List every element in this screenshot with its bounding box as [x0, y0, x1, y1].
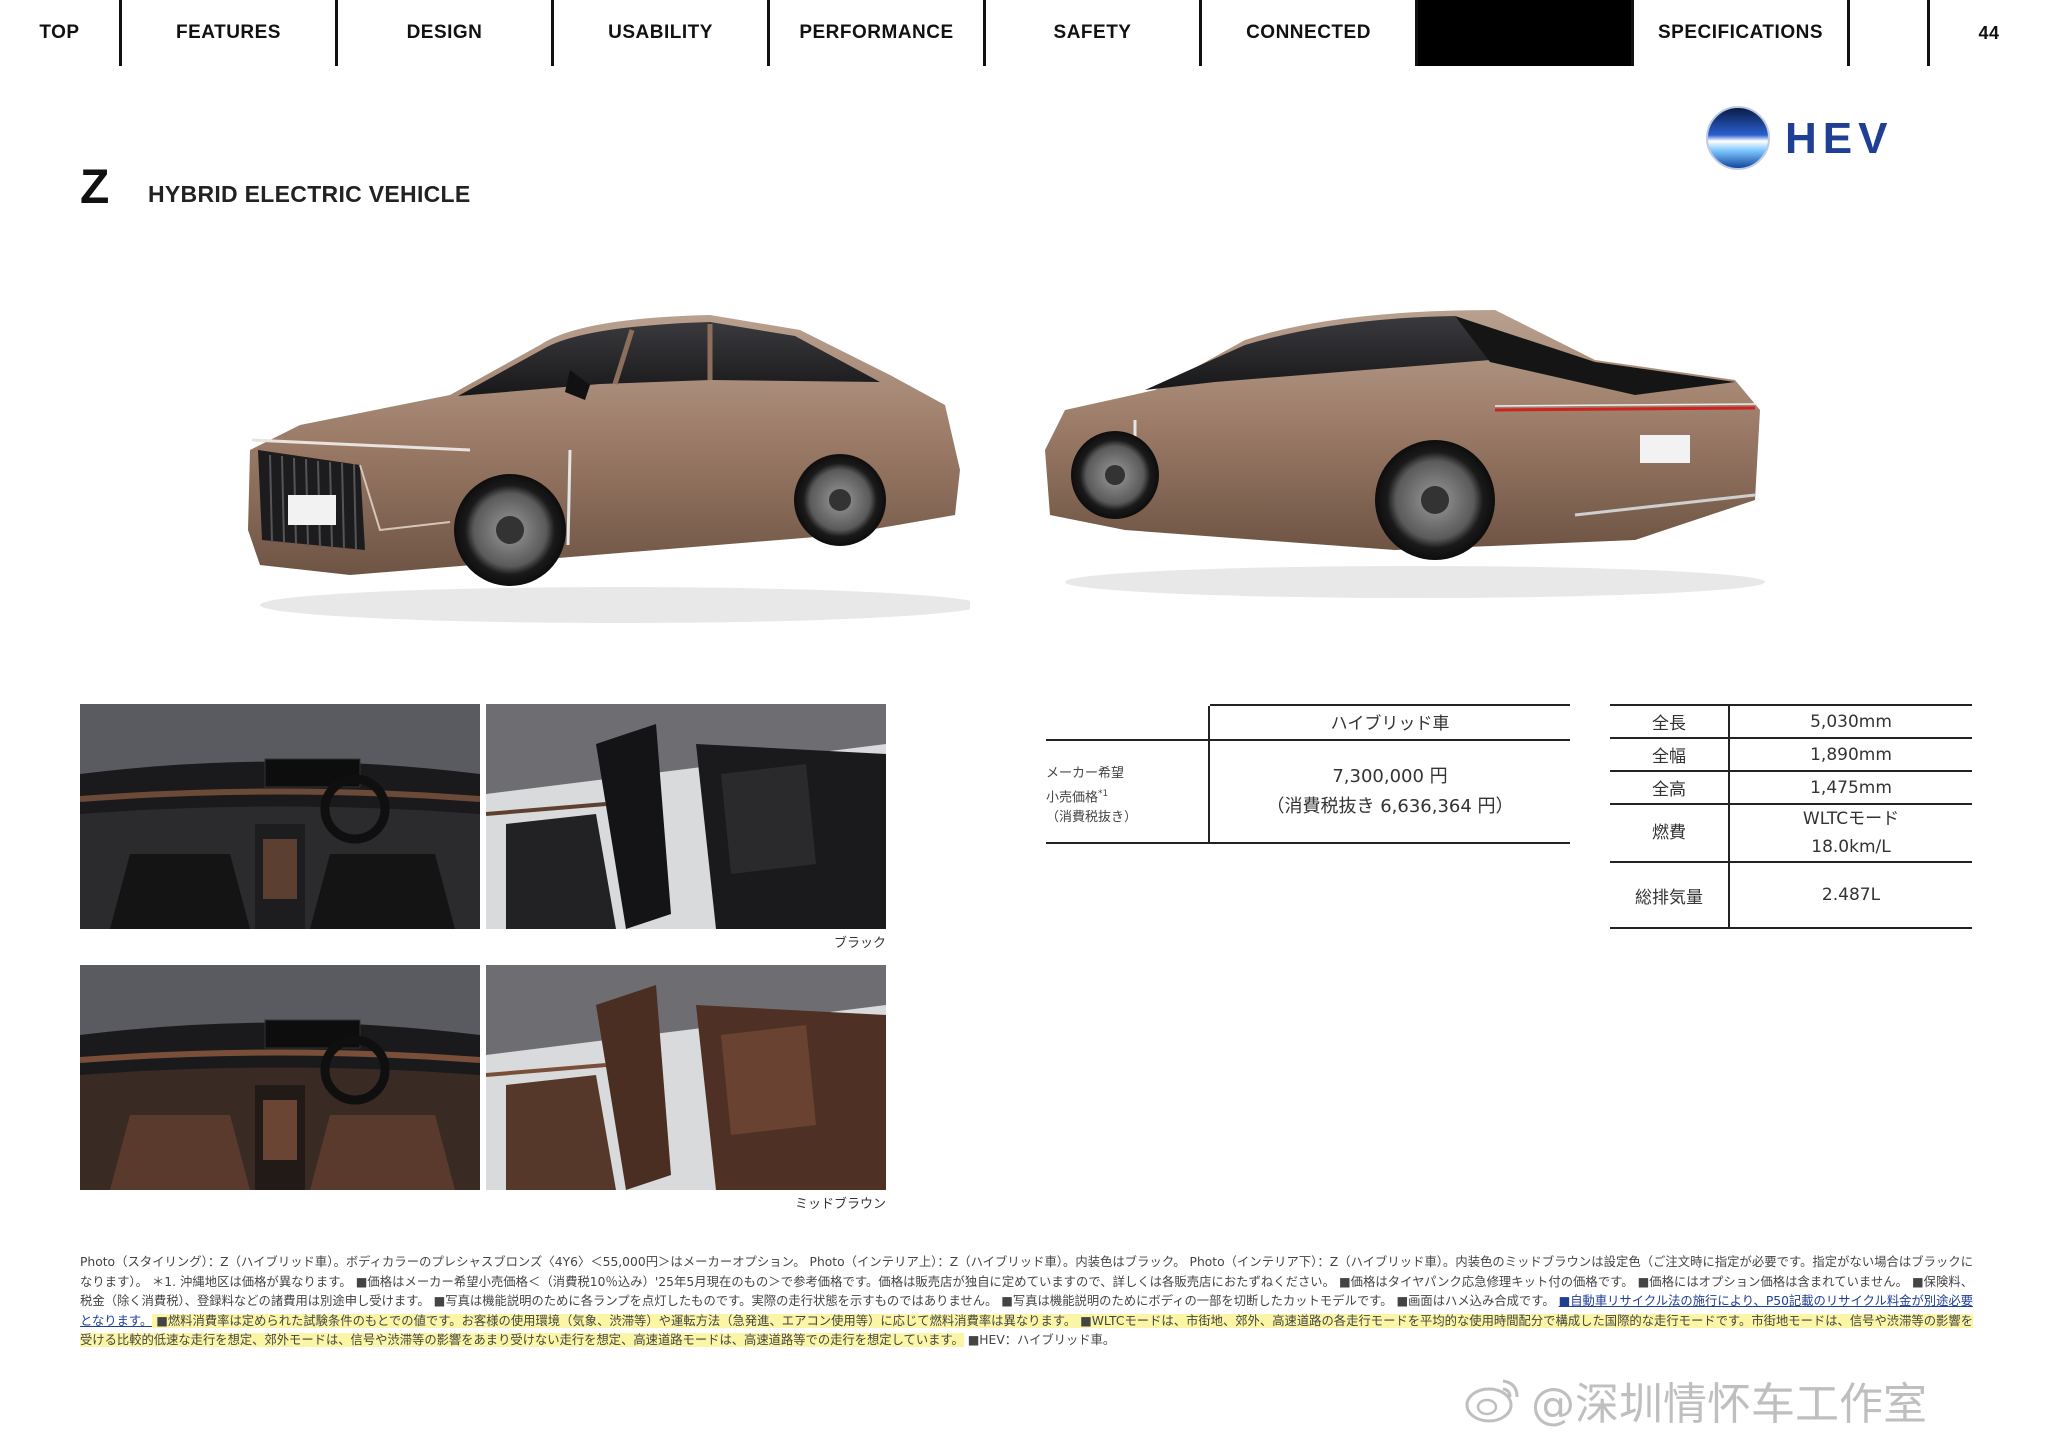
- nav-tab-performance[interactable]: PERFORMANCE: [770, 0, 986, 66]
- price-excl-tax: （消費税抜き 6,636,364 円）: [1266, 796, 1514, 817]
- top-nav: TOP FEATURES DESIGN USABILITY PERFORMANCE SAF…: [0, 0, 2048, 66]
- grade-letter: Z: [80, 161, 110, 214]
- nav-tab-connected[interactable]: CONNECTED: [1202, 0, 1418, 66]
- spec-key: 全長: [1610, 704, 1730, 739]
- price-header-rule: [1210, 704, 1570, 706]
- grade-name: HYBRID ELECTRIC VEHICLE: [148, 181, 471, 207]
- price-incl-tax: 7,300,000 円: [1332, 766, 1448, 787]
- price-mid-rule: [1046, 739, 1570, 741]
- spec-row-displacement: 総排気量 2.487L: [1610, 861, 1972, 929]
- spec-row-width: 全幅 1,890mm: [1610, 737, 1972, 772]
- nav-tab-safety[interactable]: SAFETY: [986, 0, 1202, 66]
- caption-black-interior: ブラック: [833, 936, 886, 951]
- nav-tab-top[interactable]: TOP: [0, 0, 122, 66]
- spec-key: 総排気量: [1610, 861, 1730, 929]
- page-number: 44: [1978, 22, 2000, 43]
- nav-tab-design[interactable]: DESIGN: [338, 0, 554, 66]
- spec-table: 全長 5,030mm 全幅 1,890mm 全高 1,475mm 燃費 WLTCモード 1…: [1610, 704, 1972, 929]
- hev-logo-text: HEV: [1785, 114, 1893, 163]
- price-label-line3: （消費税抜き）: [1046, 810, 1138, 826]
- spec-key: 全高: [1610, 770, 1730, 805]
- spec-fuel-mode: WLTCモード: [1802, 809, 1900, 829]
- car-rear-three-quarter-image: [1045, 310, 1765, 598]
- watermark: @深圳情怀车工作室: [1465, 1370, 1927, 1430]
- price-footnote-mark: *1: [1098, 789, 1109, 799]
- price-value: 7,300,000 円 （消費税抜き 6,636,364 円）: [1210, 762, 1570, 822]
- hev-logo: HEV: [1706, 106, 1893, 170]
- price-bottom-rule: [1046, 842, 1570, 844]
- price-label-line1: メーカー希望: [1046, 766, 1125, 781]
- nav-tab-features[interactable]: FEATURES: [122, 0, 338, 66]
- interior-dashboard-brown-image: [80, 965, 480, 1190]
- spec-row-fuel-economy: 燃費 WLTCモード 18.0km/L: [1610, 803, 1972, 863]
- nav-tab-active[interactable]: [1418, 0, 1634, 66]
- car-front-three-quarter-image: [248, 315, 970, 623]
- weibo-icon: [1465, 1379, 1519, 1423]
- spec-value: 1,475mm: [1729, 770, 1972, 805]
- price-column-header: ハイブリッド車: [1330, 714, 1450, 734]
- nav-tab-blank: [1850, 0, 1930, 66]
- watermark-text: @深圳情怀车工作室: [1531, 1379, 1927, 1430]
- spec-row-height: 全高 1,475mm: [1610, 770, 1972, 805]
- interior-seats-black-image: [486, 704, 886, 929]
- spec-value: 1,890mm: [1729, 737, 1972, 772]
- caption-brown-interior: ミッドブラウン: [794, 1197, 886, 1212]
- nav-tab-usability[interactable]: USABILITY: [554, 0, 770, 66]
- price-row-label: メーカー希望 小売価格*1 （消費税抜き）: [1046, 764, 1196, 828]
- spec-value: WLTCモード 18.0km/L: [1729, 803, 1972, 863]
- footnote-hev: ■HEV：ハイブリッド車。: [963, 1333, 1116, 1347]
- spec-value: 5,030mm: [1729, 704, 1972, 739]
- footnotes: Photo（スタイリング）：Z（ハイブリッド車）。ボディカラーのプレシャスブロン…: [80, 1253, 1973, 1351]
- spec-row-length: 全長 5,030mm: [1610, 704, 1972, 739]
- spec-key: 燃費: [1610, 803, 1730, 863]
- price-label-line2: 小売価格: [1046, 790, 1099, 806]
- spec-key: 全幅: [1610, 737, 1730, 772]
- spec-value: 2.487L: [1729, 861, 1972, 929]
- spec-fuel-value: 18.0km/L: [1811, 837, 1891, 857]
- nav-tab-specifications[interactable]: SPECIFICATIONS: [1634, 0, 1850, 66]
- interior-dashboard-black-image: [80, 704, 480, 929]
- interior-seats-brown-image: [486, 965, 886, 1190]
